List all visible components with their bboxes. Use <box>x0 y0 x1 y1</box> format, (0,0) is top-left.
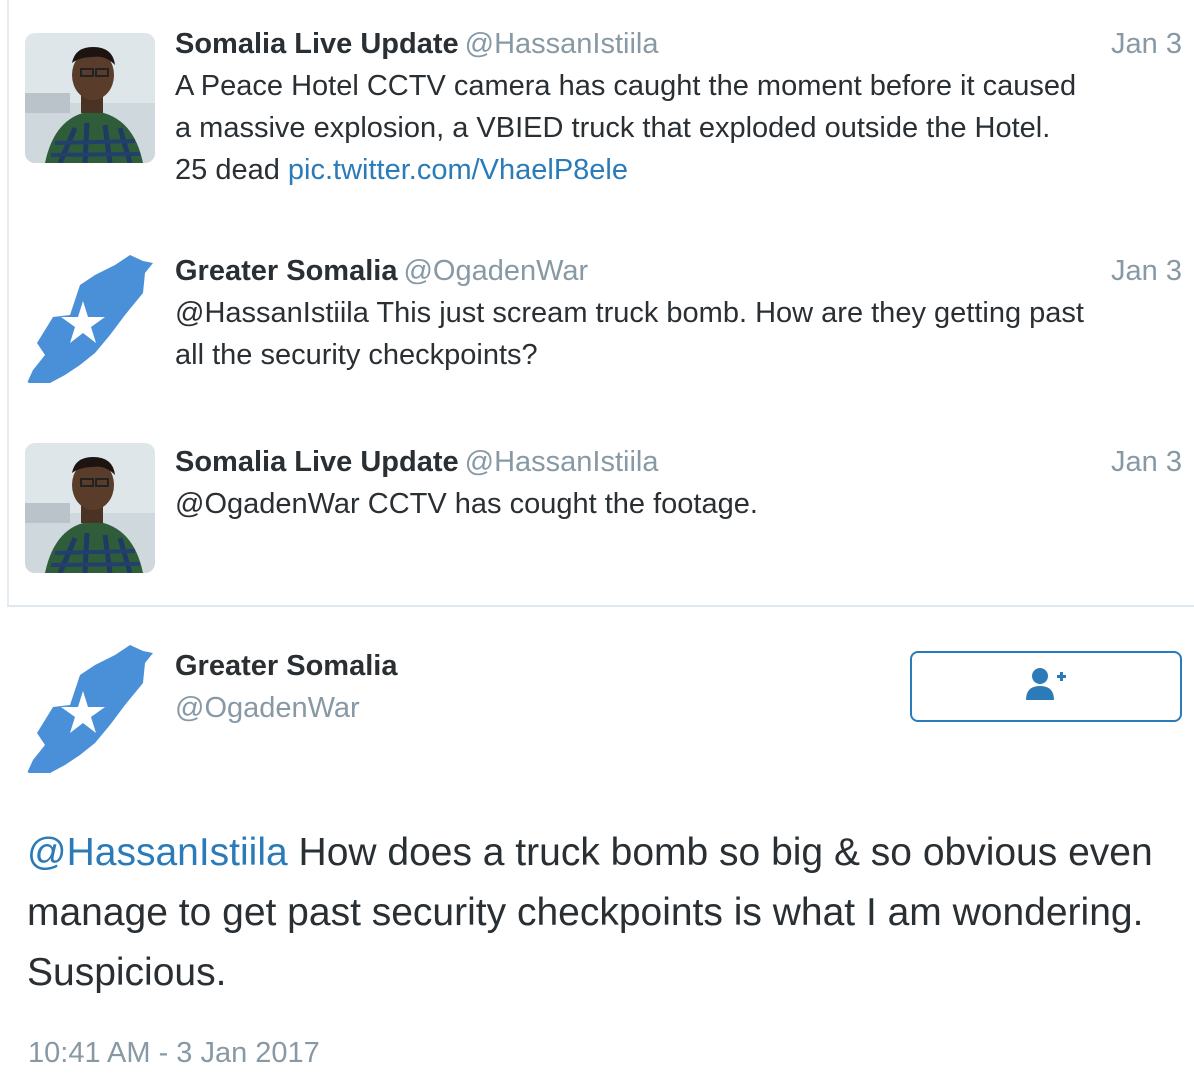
author-name[interactable]: Somalia Live Update <box>175 28 459 60</box>
somalia-map-flag-avatar[interactable] <box>25 645 155 775</box>
tweet-text: @OgadenWar CCTV has cought the footage. <box>175 483 1185 525</box>
author-name[interactable]: Somalia Live Update <box>175 446 459 478</box>
tweet-text: A Peace Hotel CCTV camera has caught the… <box>175 65 1185 191</box>
author-handle[interactable]: @HassanIstiila <box>465 446 659 478</box>
section-divider <box>7 605 1194 607</box>
user-photo-avatar[interactable] <box>25 33 155 163</box>
tweet-date[interactable]: Jan 3 <box>1111 441 1182 483</box>
main-author-handle[interactable]: @OgadenWar <box>175 687 360 729</box>
main-author-name[interactable]: Greater Somalia <box>175 645 397 687</box>
tweet-text: @HassanIstiila This just scream truck bo… <box>175 292 1185 376</box>
tweet-timestamp[interactable]: 10:41 AM - 3 Jan 2017 <box>28 1032 320 1074</box>
media-link[interactable]: pic.twitter.com/VhaelP8ele <box>288 154 628 186</box>
mention-link[interactable]: @HassanIstiila <box>27 831 288 874</box>
author-handle[interactable]: @OgadenWar <box>403 255 588 287</box>
thread-tweet[interactable]: Greater Somalia @OgadenWar Jan 3 @HassanI… <box>0 250 1194 400</box>
tweet-text-line: a massive explosion, a VBIED truck that … <box>175 112 1051 144</box>
tweet-text-line: @OgadenWar CCTV has cought the footage. <box>175 488 758 520</box>
tweet-text-line: A Peace Hotel CCTV camera has caught the… <box>175 70 1077 102</box>
tweet-date[interactable]: Jan 3 <box>1111 23 1182 65</box>
tweet-header: Somalia Live Update @HassanIstiila Jan 3 <box>175 441 1182 483</box>
tweet-date[interactable]: Jan 3 <box>1111 250 1182 292</box>
follow-button[interactable] <box>910 651 1182 722</box>
tweet-text-line: 25 dead pic.twitter.com/VhaelP8ele <box>175 149 1185 191</box>
tweet-text-line: @HassanIstiila This just scream truck bo… <box>175 297 1084 329</box>
author-handle[interactable]: @HassanIstiila <box>465 28 659 60</box>
user-photo-avatar[interactable] <box>25 443 155 573</box>
tweet-text-segment: 25 dead <box>175 154 288 186</box>
tweet-text-line: all the security checkpoints? <box>175 339 538 371</box>
thread-tweet[interactable]: Somalia Live Update @HassanIstiila Jan 3 … <box>0 23 1194 203</box>
tweet-header: Somalia Live Update @HassanIstiila Jan 3 <box>175 23 1182 65</box>
main-tweet-text: @HassanIstiila How does a truck bomb so … <box>27 823 1167 1003</box>
somalia-map-flag-avatar[interactable] <box>25 255 155 385</box>
tweet-header: Greater Somalia @OgadenWar Jan 3 <box>175 250 1182 292</box>
author-name[interactable]: Greater Somalia <box>175 255 397 287</box>
thread-tweet[interactable]: Somalia Live Update @HassanIstiila Jan 3 … <box>0 441 1194 581</box>
tweet-detail-view: Somalia Live Update @HassanIstiila Jan 3 … <box>0 0 1194 1087</box>
add-user-icon <box>1024 666 1068 707</box>
